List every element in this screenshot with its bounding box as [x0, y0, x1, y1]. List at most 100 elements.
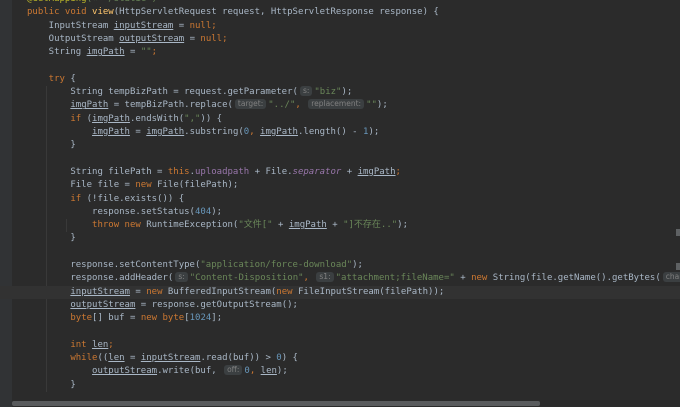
code-token: imgPath	[288, 220, 327, 231]
code-token: String	[27, 47, 87, 58]
code-line[interactable]: inputStream = new BufferedInputStream(ne…	[0, 285, 680, 299]
code-token: separator	[292, 166, 342, 177]
code-line[interactable]: while((len = inputStream.read(buf)) > 0)…	[0, 352, 680, 365]
code-token: ""	[140, 47, 152, 58]
code-line[interactable]: imgPath = tempBizPath.replace(target: "..…	[0, 99, 680, 112]
code-line[interactable]: }	[0, 139, 680, 152]
code-token: ;	[395, 166, 401, 177]
code-line[interactable]: public void view(HttpServletRequest requ…	[0, 6, 680, 19]
code-token: new	[471, 273, 493, 284]
code-editor[interactable]: @GetMapping(«→"/static")public void view…	[0, 0, 680, 407]
code-line[interactable]	[0, 153, 680, 166]
code-line[interactable]	[0, 246, 680, 259]
code-token: imgPath	[92, 127, 130, 137]
code-line[interactable]: try {	[0, 73, 680, 86]
code-token: new	[276, 286, 298, 297]
code-line[interactable]: File file = new File(filePath);	[0, 179, 680, 192]
code-token: + File.	[249, 166, 293, 177]
code-line[interactable]: outputStream = response.getOutputStream(…	[0, 299, 680, 312]
code-token: .length() -	[297, 127, 364, 137]
code-line[interactable]: String imgPath = "";	[0, 46, 680, 59]
code-token: String tempBizPath = request.getParamete…	[27, 87, 298, 98]
code-token: [] buf =	[92, 313, 141, 324]
code-token: public void	[27, 7, 93, 18]
code-token: view	[92, 7, 114, 18]
code-token: RuntimeException(	[146, 220, 239, 231]
code-token: ((	[97, 353, 109, 364]
code-token: );	[211, 206, 223, 217]
code-line[interactable]: String filePath = this.uploadpath + File…	[0, 166, 680, 179]
code-token: null	[200, 33, 223, 44]
code-line[interactable]: OutputStream outputStream = null;	[0, 33, 680, 46]
code-token: while	[27, 353, 98, 364]
code-line[interactable]	[0, 60, 680, 73]
code-line[interactable]: response.setContentType("application/for…	[0, 259, 680, 272]
code-token: +	[341, 166, 358, 177]
code-token: response.setStatus(	[27, 206, 195, 217]
code-token: "biz"	[314, 87, 342, 98]
code-token: OutputStream	[27, 33, 120, 44]
code-token: );	[368, 127, 380, 137]
code-token: {	[70, 73, 76, 84]
code-token: "Content-Disposition"	[189, 273, 304, 284]
code-line[interactable]	[0, 326, 680, 339]
scroll-marker[interactable]	[676, 229, 680, 236]
code-token: );	[352, 260, 363, 270]
code-token: («→"/static")	[87, 0, 157, 4]
code-token: if	[27, 113, 87, 124]
code-token: 404	[194, 206, 212, 217]
code-token: .write(buf,	[157, 366, 223, 377]
code-token: (HttpServletRequest request, HttpServlet…	[113, 7, 439, 18]
code-token: ;	[108, 339, 114, 350]
code-token: ,	[295, 100, 307, 111]
code-line[interactable]: int len;	[0, 339, 680, 352]
code-token: response.setContentType(	[27, 260, 201, 270]
parameter-hint: target:	[234, 99, 267, 110]
code-line[interactable]: InputStream inputStream = null;	[0, 20, 680, 33]
code-token: ;	[211, 20, 217, 31]
code-token: );	[341, 87, 353, 98]
code-line[interactable]: outputStream.write(buf, off: 0, len);	[0, 365, 680, 378]
code-token: );	[376, 100, 388, 111]
code-token: }	[27, 140, 76, 151]
code-line[interactable]: }	[0, 232, 680, 245]
code-token: "文件["	[238, 220, 273, 231]
code-token: len	[92, 339, 109, 350]
code-token: outputStream	[70, 299, 136, 310]
code-token: String(file.getName().getBytes(	[492, 273, 661, 284]
code-token: if	[27, 193, 87, 204]
code-token: }	[27, 379, 76, 390]
code-line[interactable]: response.setStatus(404);	[0, 206, 680, 219]
code-token: =	[124, 47, 141, 58]
code-token: ","	[184, 113, 201, 124]
code-token: )) {	[200, 113, 223, 124]
code-token: imgPath	[146, 127, 185, 137]
code-token: outputStream	[92, 366, 158, 377]
code-token: InputStream	[27, 20, 114, 31]
code-line[interactable]: if (!file.exists()) {	[0, 193, 680, 206]
scroll-marker[interactable]	[676, 263, 680, 270]
horizontal-scrollbar[interactable]	[12, 401, 540, 406]
code-token: null	[189, 20, 212, 31]
code-line[interactable]: response.addHeader(s: "Content-Dispositio…	[0, 272, 680, 285]
code-token: );	[276, 366, 288, 377]
code-token: int	[27, 339, 93, 350]
code-line[interactable]: String tempBizPath = request.getParamete…	[0, 86, 680, 99]
code-token: ) {	[281, 353, 298, 364]
code-line[interactable]: throw new RuntimeException("文件[" + imgPa…	[0, 219, 680, 232]
code-token: .substring(	[184, 127, 244, 137]
code-line[interactable]: byte[] buf = new byte[1024];	[0, 312, 680, 325]
code-token: inputStream	[140, 353, 201, 364]
code-line[interactable]: if (imgPath.endsWith(",")) {	[0, 113, 680, 126]
code-token: +	[272, 220, 289, 231]
code-line[interactable]: @GetMapping(«→"/static")	[0, 0, 680, 6]
code-token: ;	[222, 33, 228, 44]
code-token: File(filePath);	[157, 180, 239, 191]
code-line[interactable]: imgPath = imgPath.substring(0, imgPath.l…	[0, 126, 680, 139]
code-line[interactable]: }	[0, 379, 680, 392]
code-token: imgPath	[260, 127, 298, 137]
code-token: =	[184, 33, 201, 44]
code-token: String filePath =	[27, 166, 168, 177]
